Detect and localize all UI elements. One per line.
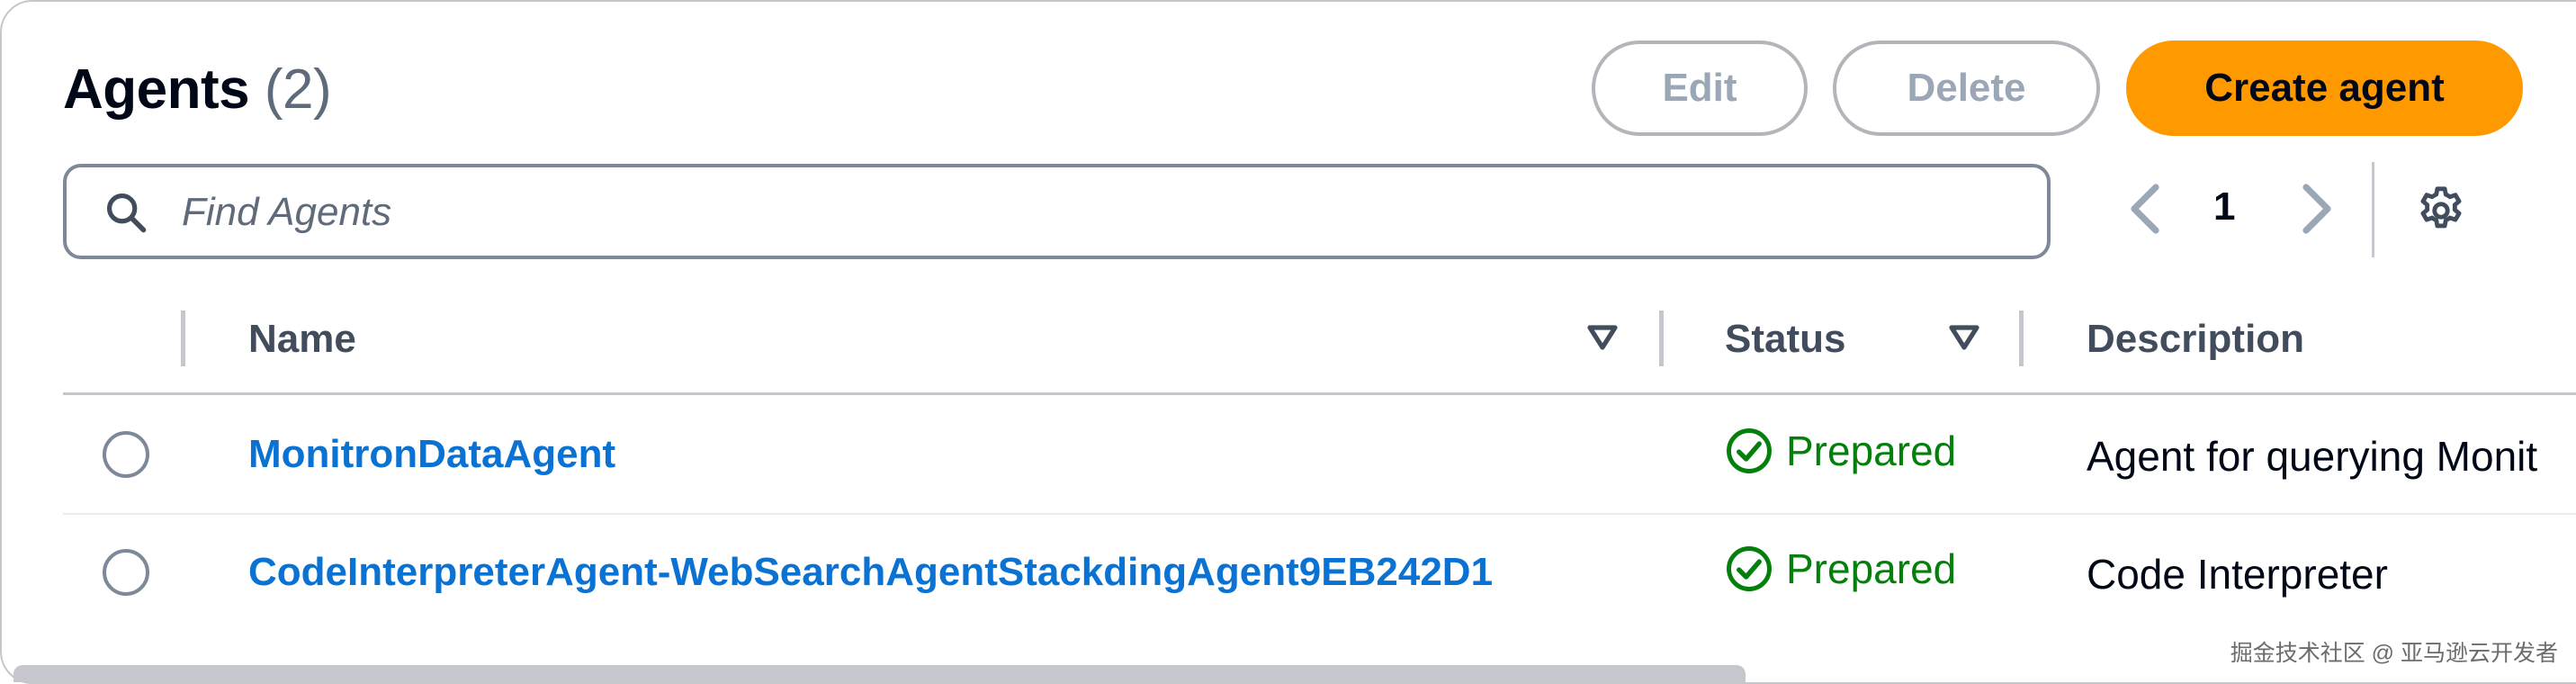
sort-down-icon[interactable] [1586, 324, 1619, 353]
agent-count: (2) [264, 58, 332, 121]
horizontal-scrollbar[interactable] [13, 665, 1746, 682]
column-divider[interactable] [181, 310, 185, 366]
create-agent-button[interactable]: Create agent [2126, 40, 2523, 136]
agent-name-link[interactable]: MonitronDataAgent [248, 432, 615, 477]
status-text: Prepared [1786, 545, 1957, 592]
chevron-left-icon[interactable] [2123, 180, 2167, 238]
gear-icon[interactable] [2415, 184, 2467, 237]
row-divider [63, 513, 2576, 515]
row-select-radio[interactable] [103, 431, 149, 478]
column-divider[interactable] [1659, 310, 1664, 366]
row-select-radio[interactable] [103, 549, 149, 596]
sort-down-icon[interactable] [1948, 324, 1980, 353]
header-divider [63, 392, 2576, 395]
status-text: Prepared [1786, 428, 1957, 474]
page-title: Agents (2) [63, 58, 332, 122]
column-divider[interactable] [2019, 310, 2024, 366]
title-text: Agents [63, 58, 250, 121]
chevron-right-icon[interactable] [2295, 180, 2338, 238]
delete-button[interactable]: Delete [1833, 40, 2100, 136]
search-icon [106, 193, 147, 233]
column-header-description[interactable]: Description [2087, 317, 2304, 362]
column-header-status[interactable]: Status [1725, 317, 1845, 362]
page-number[interactable]: 1 [2213, 184, 2235, 230]
column-header-name[interactable]: Name [248, 317, 356, 362]
agent-description: Agent for querying Monit [2087, 433, 2538, 480]
edit-button[interactable]: Edit [1592, 40, 1808, 136]
watermark: 掘金技术社区 @ 亚马逊云开发者 [2230, 641, 2558, 666]
agent-name-link[interactable]: CodeInterpreterAgent-WebSearchAgentStack… [248, 550, 1493, 595]
search-box[interactable] [63, 164, 2051, 259]
status-badge: Prepared [1725, 427, 1956, 475]
status-badge: Prepared [1725, 544, 1956, 593]
agent-description: Code Interpreter [2087, 551, 2388, 598]
pager-divider [2372, 162, 2374, 257]
agents-panel: Agents (2) Edit Delete Create agent 1 Na… [0, 0, 2576, 684]
check-circle-icon [1727, 428, 1772, 473]
check-circle-icon [1727, 546, 1772, 591]
search-input[interactable] [180, 184, 1893, 241]
